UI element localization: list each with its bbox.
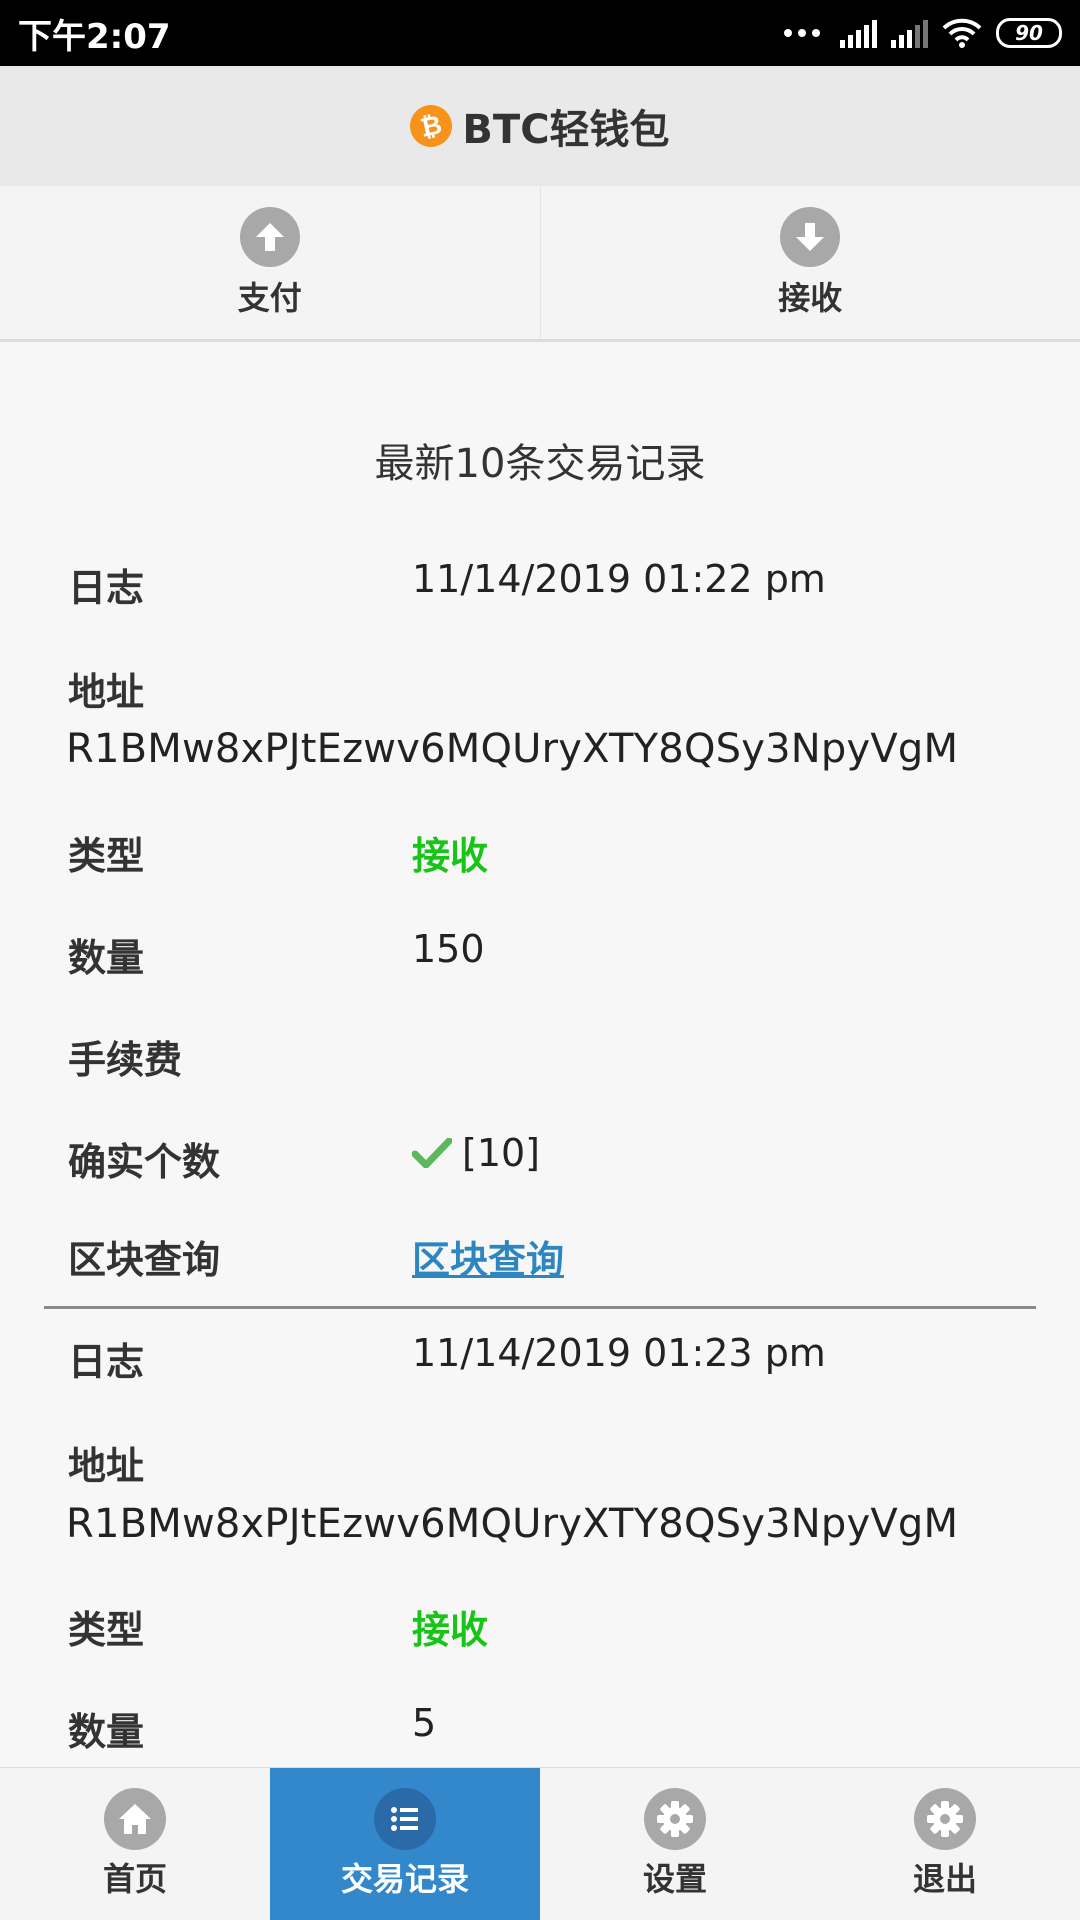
app-title: BTC轻钱包	[462, 107, 670, 153]
pay-button[interactable]: 支付	[0, 186, 541, 339]
nav-settings[interactable]: 设置	[540, 1768, 810, 1920]
receive-button[interactable]: 接收	[541, 186, 1080, 339]
tx-amount-label: 数量	[68, 936, 145, 980]
tx-block-label: 区块查询	[68, 1238, 221, 1282]
nav-transactions-label: 交易记录	[340, 1860, 469, 1898]
tx-confirm-value-wrap: [10]	[412, 1131, 540, 1175]
tx-amount-label: 数量	[68, 1710, 145, 1754]
nav-logout-label: 退出	[912, 1860, 977, 1898]
tx-log-value: 11/14/2019 01:23 pm	[412, 1331, 826, 1375]
tx-fee-label: 手续费	[68, 1038, 183, 1082]
tx-address-value: R1BMw8xPJtEzwv6MQUryXTY8QSy3NpyVgM	[66, 726, 959, 772]
bottom-nav: 首页 交易记录 设置 退出	[0, 1767, 1080, 1920]
tx-address-value: R1BMw8xPJtEzwv6MQUryXTY8QSy3NpyVgM	[66, 1501, 959, 1547]
status-bar: 下午2:07 90	[0, 0, 1080, 66]
battery-level: 90	[1015, 21, 1043, 45]
arrow-down-icon	[780, 206, 841, 267]
pay-label: 支付	[237, 278, 302, 317]
gear-icon	[644, 1788, 706, 1850]
block-explorer-link[interactable]: 区块查询	[412, 1229, 564, 1284]
nav-home[interactable]: 首页	[0, 1768, 270, 1920]
wifi-icon	[942, 18, 982, 48]
tx-address-label: 地址	[68, 670, 145, 714]
tx-type-label: 类型	[68, 834, 145, 878]
arrow-up-icon	[239, 206, 300, 267]
tx-amount-value: 150	[412, 927, 485, 971]
tx-type-label: 类型	[68, 1608, 145, 1652]
signal-2-icon	[891, 18, 928, 48]
app-header: ₿ BTC轻钱包	[0, 66, 1080, 186]
section-title: 最新10条交易记录	[374, 441, 706, 487]
transaction-list[interactable]: 最新10条交易记录 日志 11/14/2019 01:22 pm 地址 R1BM…	[0, 345, 1080, 1767]
more-dots-icon	[784, 29, 820, 37]
list-icon	[374, 1788, 436, 1850]
tx-confirm-value: [10]	[462, 1131, 541, 1175]
nav-home-label: 首页	[102, 1860, 167, 1898]
tx-divider	[44, 1306, 1036, 1309]
tx-confirm-label: 确实个数	[68, 1140, 221, 1184]
action-tabs: 支付 接收	[0, 186, 1080, 342]
bitcoin-logo-icon: ₿	[406, 101, 457, 151]
status-time: 下午2:07	[18, 16, 171, 57]
tx-log-label: 日志	[68, 566, 145, 610]
home-icon	[104, 1788, 166, 1850]
nav-settings-label: 设置	[642, 1860, 707, 1898]
battery-icon: 90	[996, 18, 1062, 48]
nav-transactions[interactable]: 交易记录	[270, 1768, 540, 1920]
tx-amount-value: 5	[412, 1701, 437, 1745]
tx-address-label: 地址	[68, 1444, 145, 1488]
nav-logout[interactable]: 退出	[810, 1768, 1080, 1920]
gear-icon	[914, 1788, 976, 1850]
receive-label: 接收	[778, 278, 843, 317]
tx-log-label: 日志	[68, 1340, 145, 1384]
checkmark-icon	[412, 1138, 452, 1168]
tx-type-value: 接收	[412, 1608, 489, 1652]
signal-icon	[840, 18, 877, 48]
tx-type-value: 接收	[412, 834, 489, 878]
tx-log-value: 11/14/2019 01:22 pm	[412, 557, 826, 601]
